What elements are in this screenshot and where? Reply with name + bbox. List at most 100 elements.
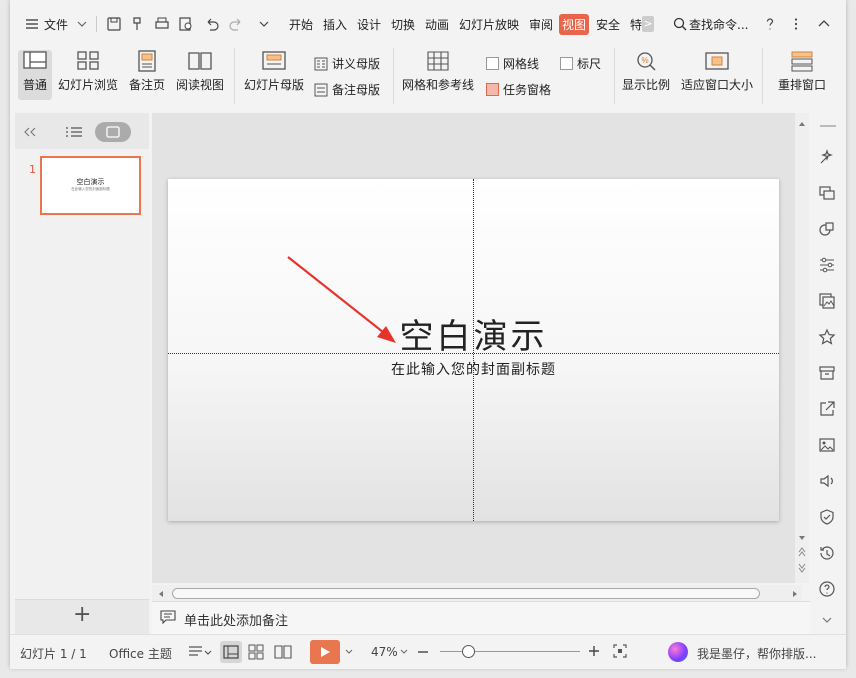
normal-view-button[interactable]: 普通 xyxy=(18,50,52,100)
archive-icon[interactable] xyxy=(818,364,836,382)
tab-home[interactable]: 开始 xyxy=(289,16,313,33)
history-icon[interactable] xyxy=(818,544,836,562)
shapes-icon[interactable] xyxy=(818,220,836,238)
ai-assistant-prompt[interactable]: 我是墨仔，帮你排版... xyxy=(697,645,816,662)
shield-icon[interactable] xyxy=(818,508,836,526)
slide-layout-icon[interactable] xyxy=(818,184,836,202)
tab-design[interactable]: 设计 xyxy=(357,16,381,33)
undo-icon[interactable] xyxy=(204,16,220,32)
print-preview-icon[interactable] xyxy=(178,16,194,32)
svg-text:%: % xyxy=(641,56,648,65)
ai-assistant-avatar[interactable] xyxy=(668,642,688,662)
image-icon[interactable] xyxy=(818,436,836,454)
picture-gallery-icon[interactable] xyxy=(818,292,836,310)
play-slideshow-button[interactable] xyxy=(310,640,340,664)
outline-view-icon[interactable] xyxy=(65,126,83,138)
customize-toolbar-icon[interactable] xyxy=(256,16,272,32)
zoom-dropdown-icon[interactable] xyxy=(400,649,408,655)
collapse-panel-icon[interactable] xyxy=(23,126,37,138)
notes-icon xyxy=(160,610,176,624)
collapse-ribbon-icon[interactable] xyxy=(816,16,832,32)
help-icon[interactable] xyxy=(762,16,778,32)
star-icon[interactable] xyxy=(818,328,836,346)
slides-view-icon xyxy=(106,126,120,138)
task-pane-check-box[interactable] xyxy=(486,83,499,96)
vertical-scrollbar[interactable] xyxy=(795,113,809,583)
tab-view[interactable]: 视图 xyxy=(559,14,590,35)
command-search[interactable]: 查找命令... xyxy=(689,16,748,33)
save-icon[interactable] xyxy=(106,16,122,32)
scroll-left-icon[interactable] xyxy=(158,590,164,598)
thumbnail-view-toggle[interactable] xyxy=(95,122,131,142)
theme-name[interactable]: Office 主题 xyxy=(109,645,172,662)
previous-slide-icon[interactable] xyxy=(798,547,806,557)
task-pane-checkbox[interactable]: 任务窗格 xyxy=(486,81,551,98)
fit-to-window-icon[interactable] xyxy=(613,644,627,658)
notes-pane[interactable]: 单击此处添加备注 xyxy=(152,601,810,634)
notes-page-button[interactable]: 备注页 xyxy=(126,50,168,100)
search-icon[interactable] xyxy=(672,16,688,32)
tab-insert[interactable]: 插入 xyxy=(323,16,347,33)
gridlines-label: 网格线 xyxy=(503,57,540,71)
magic-icon[interactable] xyxy=(818,148,836,166)
reading-view-status-icon[interactable] xyxy=(274,644,292,660)
settings-sliders-icon[interactable] xyxy=(818,256,836,274)
add-slide-button[interactable]: + xyxy=(73,602,91,627)
file-menu[interactable]: 文件 xyxy=(44,16,68,33)
thumbnail-subtitle: 在此输入您的封面副标题 xyxy=(71,187,110,191)
scroll-right-icon[interactable] xyxy=(792,590,798,598)
print-icon[interactable] xyxy=(154,16,170,32)
more-tabs-button[interactable]: > xyxy=(642,16,654,32)
sidebar-collapse-icon[interactable] xyxy=(820,613,834,627)
gridlines-checkbox[interactable]: 网格线 xyxy=(486,55,539,72)
slide-sorter-status-icon[interactable] xyxy=(248,644,264,660)
tab-security[interactable]: 安全 xyxy=(596,16,620,33)
help-circle-icon[interactable] xyxy=(818,580,836,598)
play-options-chevron-icon[interactable] xyxy=(345,649,353,655)
share-icon[interactable] xyxy=(818,400,836,418)
tab-review[interactable]: 审阅 xyxy=(529,16,553,33)
slide-thumbnail[interactable]: 空白演示 在此输入您的封面副标题 xyxy=(40,156,141,215)
ruler-check-box[interactable] xyxy=(560,57,573,70)
audio-icon[interactable] xyxy=(818,472,836,490)
format-painter-icon[interactable] xyxy=(130,16,146,32)
slide-sorter-button[interactable]: 幻灯片浏览 xyxy=(56,50,120,100)
tab-slideshow[interactable]: 幻灯片放映 xyxy=(459,16,519,33)
tab-animations[interactable]: 动画 xyxy=(425,16,449,33)
notes-toggle-icon[interactable] xyxy=(188,644,212,660)
zoom-slider[interactable] xyxy=(440,651,580,652)
handout-master-label: 讲义母版 xyxy=(332,57,381,71)
zoom-button[interactable]: % 显示比例 xyxy=(620,50,672,100)
sidebar-grip[interactable] xyxy=(820,125,836,127)
slide-editor-canvas: 空白演示 在此输入您的封面副标题 xyxy=(152,113,802,583)
reading-view-button[interactable]: 阅读视图 xyxy=(173,50,227,100)
notes-master-button[interactable]: 备注母版 xyxy=(314,81,380,98)
next-slide-icon[interactable] xyxy=(798,563,806,573)
scroll-down-icon[interactable] xyxy=(798,535,806,541)
zoom-out-icon[interactable] xyxy=(416,645,430,659)
notes-placeholder[interactable]: 单击此处添加备注 xyxy=(184,610,288,629)
tab-transitions[interactable]: 切换 xyxy=(391,16,415,33)
grid-guides-button[interactable]: 网格和参考线 xyxy=(400,50,476,100)
scroll-thumb[interactable] xyxy=(172,588,760,599)
zoom-slider-handle[interactable] xyxy=(462,645,475,658)
handout-master-button[interactable]: 讲义母版 xyxy=(314,55,380,72)
hamburger-icon[interactable] xyxy=(24,16,40,32)
arrange-windows-button[interactable]: 重排窗口 xyxy=(770,50,834,100)
gridlines-check-box[interactable] xyxy=(486,57,499,70)
zoom-label: 显示比例 xyxy=(621,78,670,92)
zoom-level[interactable]: 47% xyxy=(371,645,398,659)
normal-view-status-button[interactable] xyxy=(220,641,242,663)
ruler-checkbox[interactable]: 标尺 xyxy=(560,55,601,72)
slide-master-button[interactable]: 幻灯片母版 xyxy=(242,50,306,100)
reading-view-label: 阅读视图 xyxy=(175,78,224,92)
zoom-in-icon[interactable] xyxy=(587,644,601,658)
tab-special[interactable]: 特 xyxy=(630,16,642,33)
chevron-down-icon[interactable] xyxy=(74,16,90,32)
horizontal-scrollbar[interactable] xyxy=(152,585,802,601)
fit-window-button[interactable]: 适应窗口大小 xyxy=(678,50,756,100)
thumbnail-title: 空白演示 xyxy=(76,178,105,186)
more-options-icon[interactable] xyxy=(788,16,804,32)
redo-icon[interactable] xyxy=(228,16,244,32)
scroll-up-icon[interactable] xyxy=(798,121,806,127)
